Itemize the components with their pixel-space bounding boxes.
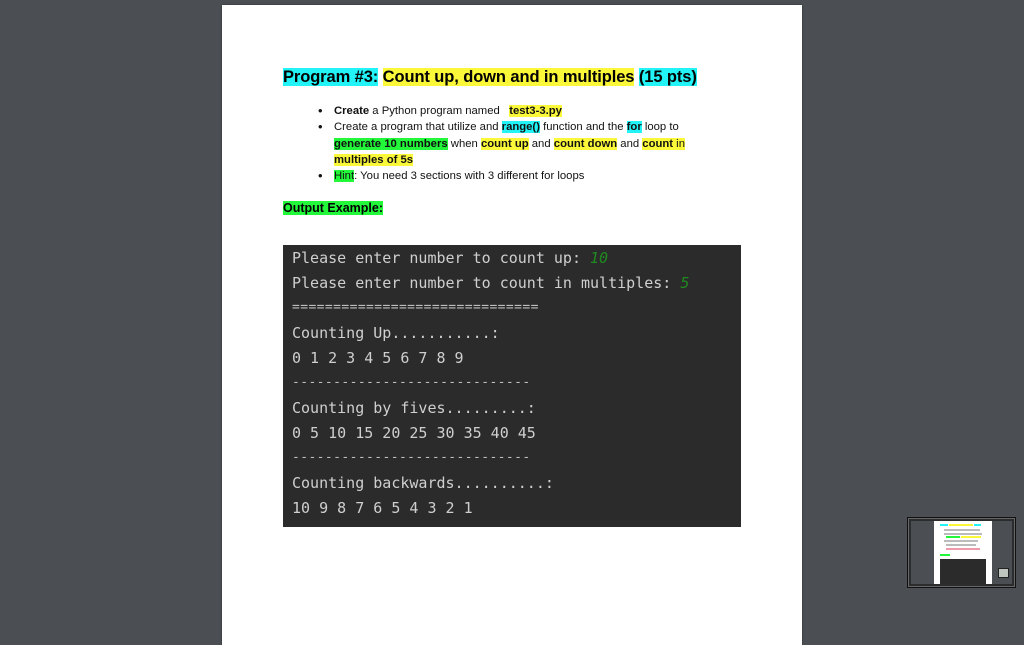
bullet-text: a Python program named (369, 105, 503, 117)
thumbnail-toggle-button[interactable] (998, 568, 1009, 578)
console-line: 0 1 2 3 4 5 6 7 8 9 (292, 349, 464, 367)
count-highlight: count (642, 137, 674, 150)
generate-highlight: generate 10 numbers (334, 137, 448, 150)
input-value: 5 (680, 274, 690, 292)
hint-highlight: Hint (334, 170, 355, 183)
bullet-text: in (673, 137, 685, 150)
title-program-number: Program #3: (283, 68, 379, 86)
console-line: Please enter number to count up: 10 (292, 248, 608, 268)
bullet-text: loop to (641, 121, 679, 134)
console-line: ----------------------------- (292, 375, 531, 390)
filename-highlight: test3-3.py (509, 105, 562, 117)
thumb-mark (946, 536, 960, 538)
thumb-mark (946, 544, 976, 546)
list-item: Hint: You need 3 sections with 3 differe… (318, 168, 718, 185)
thumb-mark (944, 529, 980, 531)
console-line: Counting backwards..........: (292, 474, 554, 492)
title-topic: Count up, down and in multiples (382, 68, 635, 86)
thumb-mark (949, 524, 973, 526)
page-title: Program #3: Count up, down and in multip… (283, 68, 697, 87)
console-line: Please enter number to count in multiple… (292, 273, 689, 293)
output-example-text: Output Example: (283, 201, 384, 215)
list-item: Create a Python program named test3-3.py (318, 103, 718, 120)
bullet-text: : You need 3 sections with 3 different f… (354, 170, 585, 183)
multiples-highlight: multiples of 5s (334, 153, 414, 166)
output-example-label: Output Example: (283, 201, 384, 215)
prompt-multiples: Please enter number to count in multiple… (292, 274, 681, 292)
create-bold: Create (334, 105, 370, 117)
bullet-text: when (447, 137, 481, 150)
console-line: ============================== (292, 300, 539, 315)
thumb-console (940, 559, 986, 584)
thumb-mark (940, 554, 950, 556)
instruction-list: Create a Python program named test3-3.py… (318, 103, 718, 185)
page-thumbnail-navigator[interactable] (907, 517, 1016, 588)
for-highlight: for (626, 121, 642, 134)
input-value: 10 (590, 249, 609, 267)
thumb-mark (944, 540, 978, 542)
thumbnail-viewport[interactable] (911, 521, 1012, 584)
bullet-text: Create a program that utilize and (334, 121, 502, 134)
thumbnail-page[interactable] (934, 521, 992, 584)
thumb-mark (940, 524, 948, 526)
document-page: Program #3: Count up, down and in multip… (222, 5, 802, 645)
console-output: Please enter number to count up: 10 Plea… (283, 245, 741, 527)
console-line: 0 5 10 15 20 25 30 35 40 45 (292, 424, 536, 442)
thumb-mark (944, 533, 982, 535)
count-up-highlight: count up (480, 137, 529, 150)
console-line: 10 9 8 7 6 5 4 3 2 1 (292, 499, 473, 517)
thumb-mark (974, 524, 981, 526)
range-highlight: range() (501, 121, 540, 134)
count-down-highlight: count down (553, 137, 618, 150)
console-line: ----------------------------- (292, 450, 531, 465)
console-line: Counting by fives.........: (292, 399, 536, 417)
console-line: Counting Up...........: (292, 324, 500, 342)
bullet-text: function and the (539, 121, 627, 134)
prompt-count-up: Please enter number to count up: (292, 249, 591, 267)
thumb-mark (961, 536, 981, 538)
thumb-mark (946, 548, 980, 550)
bullet-text: and (528, 137, 554, 150)
bullet-text: and (617, 137, 643, 150)
title-points: (15 pts) (638, 68, 697, 86)
list-item: Create a program that utilize and range(… (318, 119, 718, 168)
